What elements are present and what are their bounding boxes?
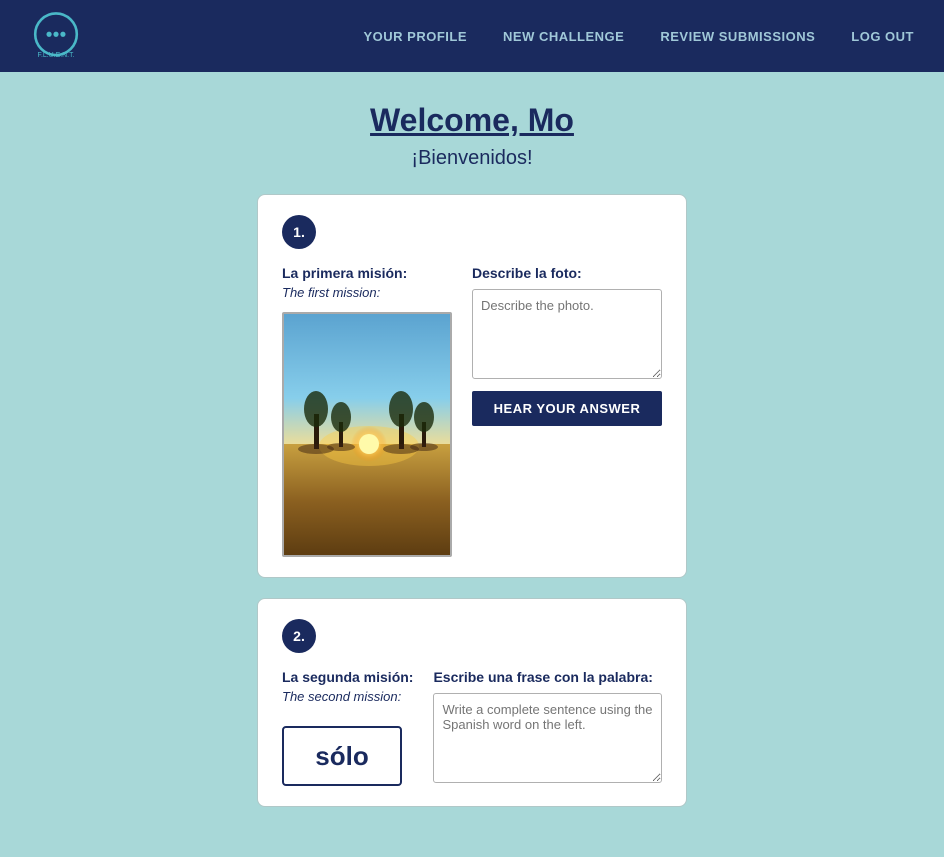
spanish-word: sólo [315, 741, 368, 772]
mission-2-title-es: La segunda misión: [282, 669, 413, 685]
main-content: Welcome, Mo ¡Bienvenidos! 1. La primera … [0, 72, 944, 857]
mission-1-label: Describe la foto: [472, 265, 662, 281]
logo[interactable]: F.L.U.E.N.T. [30, 10, 82, 62]
mission-2-title-en: The second mission: [282, 689, 413, 704]
mission-2-number: 2. [282, 619, 316, 653]
mission-1-title-es: La primera misión: [282, 265, 452, 281]
mission-1-left: La primera misión: The first mission: [282, 265, 452, 557]
mission-2-content: La segunda misión: The second mission: s… [282, 669, 662, 786]
welcome-heading: Welcome, Mo [370, 102, 574, 139]
logo-icon: F.L.U.E.N.T. [30, 10, 82, 62]
nav-new-challenge[interactable]: NEW CHALLENGE [503, 29, 624, 44]
mission-1-content: La primera misión: The first mission: [282, 265, 662, 557]
mission-1-number: 1. [282, 215, 316, 249]
sunrise-image [284, 314, 452, 557]
nav-log-out[interactable]: LOG OUT [851, 29, 914, 44]
nav-review-submissions[interactable]: REVIEW SUBMISSIONS [660, 29, 815, 44]
mission-2-right: Escribe una frase con la palabra: [433, 669, 662, 786]
mission-1-textarea[interactable] [472, 289, 662, 379]
bienvenidos-text: ¡Bienvenidos! [411, 147, 532, 170]
mission-1-card: 1. La primera misión: The first mission: [257, 194, 687, 578]
navbar: F.L.U.E.N.T. YOUR PROFILE NEW CHALLENGE … [0, 0, 944, 72]
mission-2-left: La segunda misión: The second mission: s… [282, 669, 413, 786]
mission-1-photo [282, 312, 452, 557]
mission-2-card: 2. La segunda misión: The second mission… [257, 598, 687, 807]
mission-1-right: Describe la foto: HEAR YOUR ANSWER [472, 265, 662, 557]
nav-your-profile[interactable]: YOUR PROFILE [364, 29, 468, 44]
spanish-word-box: sólo [282, 726, 402, 786]
svg-text:F.L.U.E.N.T.: F.L.U.E.N.T. [38, 52, 75, 59]
mission-2-textarea[interactable] [433, 693, 662, 783]
nav-links: YOUR PROFILE NEW CHALLENGE REVIEW SUBMIS… [364, 29, 915, 44]
mission-1-title-en: The first mission: [282, 285, 452, 300]
hear-answer-button[interactable]: HEAR YOUR ANSWER [472, 391, 662, 426]
mission-2-label: Escribe una frase con la palabra: [433, 669, 662, 685]
